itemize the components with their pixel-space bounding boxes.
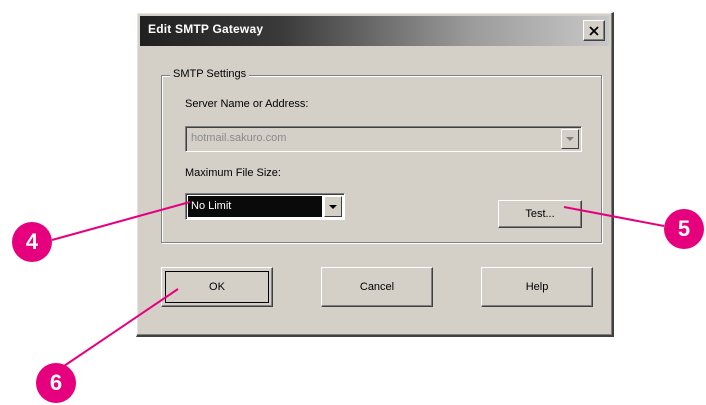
callout-4-badge: 4	[12, 222, 52, 262]
callout-leader-lines	[51, 201, 665, 367]
callout-6-line	[63, 288, 179, 367]
callout-5-line	[563, 206, 665, 227]
callout-6-badge: 6	[36, 363, 76, 403]
callout-4-line	[51, 201, 191, 241]
callout-5-badge: 5	[664, 209, 704, 249]
